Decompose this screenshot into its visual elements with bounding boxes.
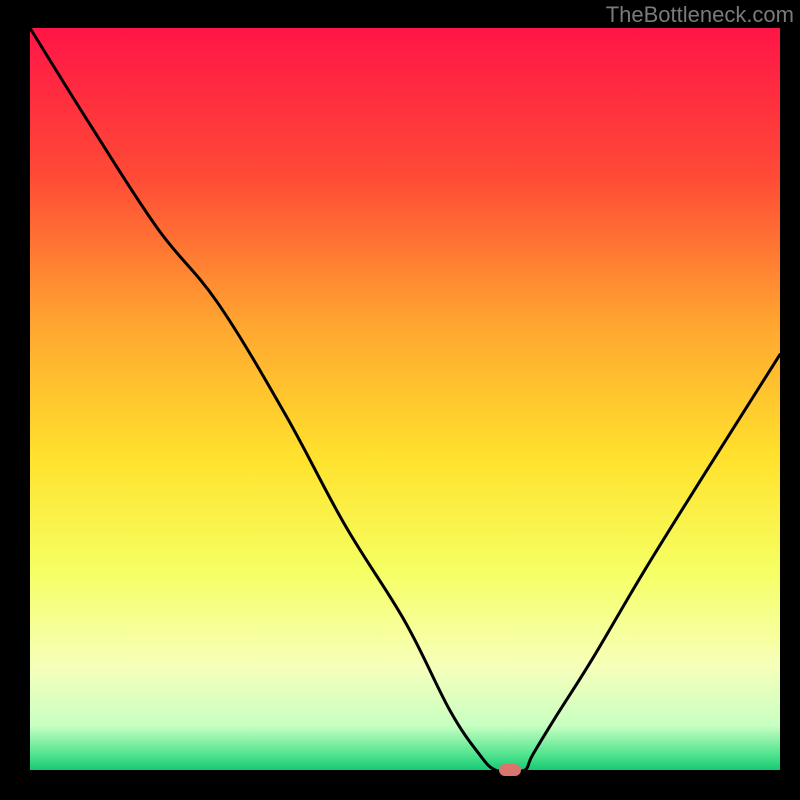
plot-background	[30, 28, 780, 770]
bottleneck-marker	[499, 764, 521, 776]
bottleneck-chart	[0, 0, 800, 800]
chart-container: { "watermark": "TheBottleneck.com", "cha…	[0, 0, 800, 800]
watermark-text: TheBottleneck.com	[606, 2, 794, 28]
